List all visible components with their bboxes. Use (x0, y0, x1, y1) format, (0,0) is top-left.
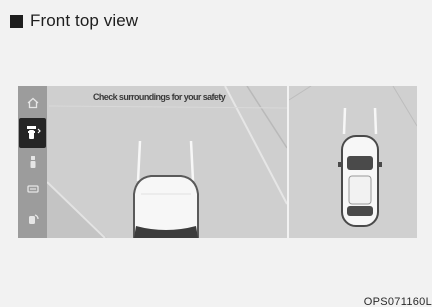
figure-code: OPS071160L (363, 296, 432, 308)
home-icon (27, 97, 38, 108)
front-camera-view: Check surroundings for your safety (47, 86, 287, 238)
camera-sidebar (18, 86, 47, 238)
parking-sensor-icon (30, 155, 35, 168)
camera-screen: Check surroundings for your safety (18, 86, 417, 238)
top-view-image (289, 86, 417, 238)
side-view-button[interactable] (22, 208, 43, 229)
top-view (289, 86, 417, 238)
square-bullet-icon (10, 14, 23, 28)
rear-camera-button[interactable] (22, 178, 43, 199)
home-button[interactable] (22, 92, 43, 113)
side-view-icon (28, 213, 39, 224)
front-top-view-panel: Front top view Check surroundings for yo… (0, 0, 432, 308)
front-camera-image (47, 86, 287, 238)
parking-sensor-button[interactable] (22, 151, 43, 172)
rear-camera-icon (26, 184, 39, 193)
caution-message: Check surroundings for your safety (93, 92, 226, 102)
section-heading: Front top view (10, 9, 138, 33)
section-title: Front top view (30, 11, 139, 30)
front-camera-icon (26, 126, 41, 139)
front-camera-button[interactable] (19, 118, 46, 148)
